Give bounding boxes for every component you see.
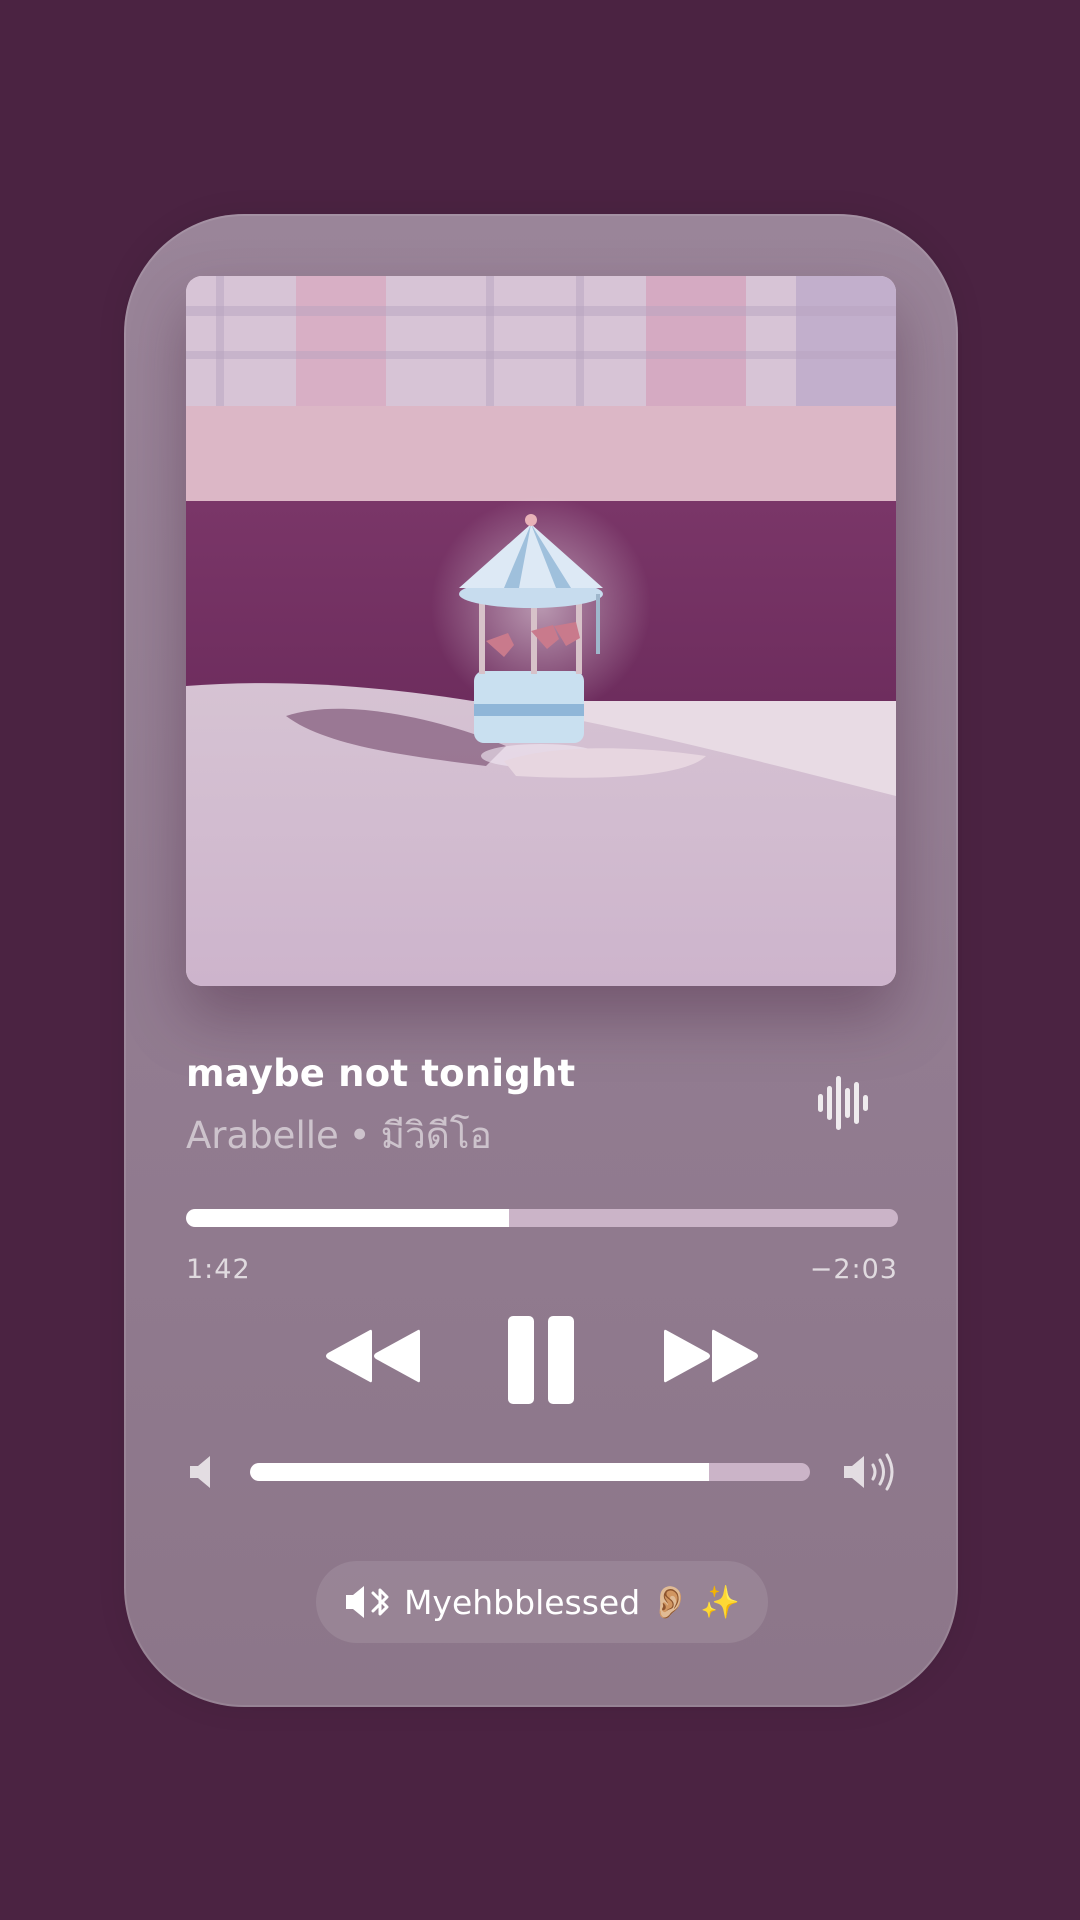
output-device-button[interactable]: Myehbblessed 👂🏼 ✨ — [316, 1561, 768, 1643]
output-device-name: Myehbblessed — [403, 1582, 641, 1622]
speaker-high-icon[interactable] — [842, 1450, 898, 1494]
track-title[interactable]: maybe not tonight — [186, 1052, 575, 1095]
time-remaining: −2:03 — [809, 1254, 898, 1285]
artist-name[interactable]: Arabelle — [186, 1114, 339, 1157]
rewind-icon — [326, 1329, 420, 1383]
fast-forward-icon — [664, 1329, 758, 1383]
playback-progress-fill — [186, 1209, 509, 1227]
volume-slider[interactable] — [250, 1463, 810, 1481]
album-artwork[interactable] — [186, 276, 896, 986]
time-elapsed: 1:42 — [186, 1254, 251, 1285]
subtitle-separator: • — [348, 1114, 371, 1157]
page: maybe not tonight Arabelle • มีวิดีโอ 1:42… — [0, 0, 1080, 1920]
pause-button[interactable] — [506, 1314, 576, 1406]
bluetooth-speaker-icon — [345, 1586, 389, 1618]
fast-forward-button[interactable] — [662, 1326, 762, 1386]
pause-icon — [508, 1316, 574, 1404]
now-playing-card: maybe not tonight Arabelle • มีวิดีโอ 1:42… — [124, 214, 958, 1707]
album-name[interactable]: มีวิดีโอ — [381, 1114, 492, 1157]
album-artwork-image — [186, 276, 896, 986]
output-device-emoji: 👂🏼 ✨ — [650, 1583, 741, 1621]
volume-level-fill — [250, 1463, 710, 1481]
playback-scrubber[interactable] — [186, 1209, 898, 1227]
rewind-button[interactable] — [322, 1326, 422, 1386]
speaker-low-icon[interactable] — [188, 1452, 220, 1492]
track-subtitle[interactable]: Arabelle • มีวิดีโอ — [186, 1106, 492, 1165]
audio-waveform-icon[interactable] — [816, 1074, 874, 1132]
